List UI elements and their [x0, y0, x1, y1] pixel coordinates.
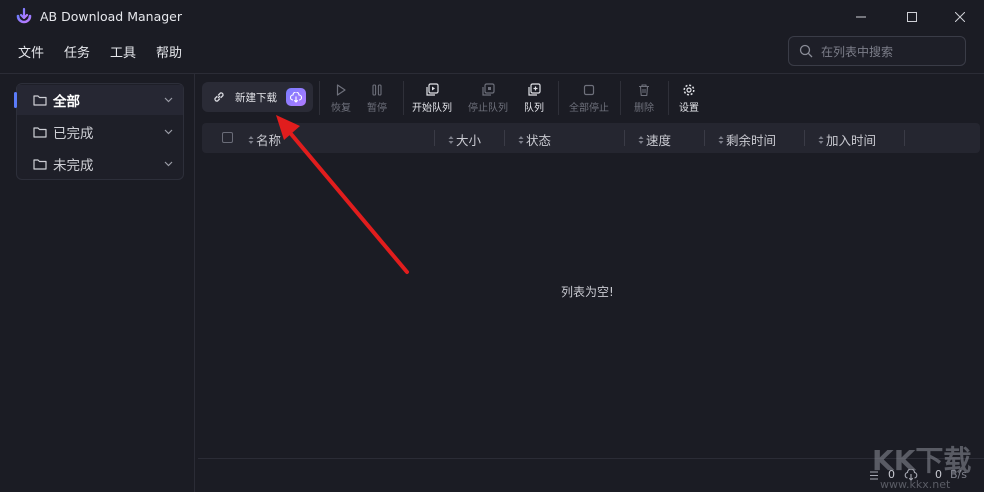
column-header-status[interactable]: 状态 — [518, 130, 551, 149]
start-queue-icon — [426, 83, 439, 96]
start-queue-label: 开始队列 — [412, 103, 452, 114]
chevron-down-icon[interactable] — [164, 159, 173, 168]
toolbar-separator — [558, 81, 559, 115]
search-box[interactable] — [788, 36, 966, 66]
chevron-down-icon[interactable] — [164, 127, 173, 136]
folder-icon — [33, 127, 47, 138]
minimize-icon — [856, 16, 866, 18]
queue-button[interactable]: 队列 — [509, 80, 559, 118]
active-indicator — [14, 92, 17, 108]
play-icon — [336, 84, 346, 96]
header-divider — [0, 73, 984, 74]
search-icon — [799, 44, 813, 58]
folder-icon — [33, 95, 47, 106]
settings-button[interactable]: 设置 — [664, 80, 714, 118]
gear-icon — [683, 84, 695, 96]
close-button[interactable] — [937, 4, 983, 30]
menu-tools[interactable]: 工具 — [106, 42, 140, 64]
pause-icon — [372, 84, 382, 96]
maximize-icon — [907, 12, 917, 22]
delete-button[interactable]: 删除 — [619, 80, 669, 118]
folder-icon — [33, 159, 47, 170]
app-logo-icon — [16, 7, 32, 24]
queue-icon — [528, 83, 541, 96]
category-sidebar: 全部 已完成 未完成 — [14, 83, 184, 180]
menu-bar: 文件 任务 工具 帮助 — [14, 42, 186, 64]
column-header-label: 速度 — [646, 133, 672, 148]
title-bar: AB Download Manager — [0, 0, 984, 34]
new-download-button[interactable]: 新建下载 — [202, 82, 313, 112]
sort-icon — [448, 135, 454, 144]
sidebar-item-label: 已完成 — [53, 126, 94, 142]
settings-label: 设置 — [679, 103, 699, 114]
column-header-speed[interactable]: 速度 — [638, 130, 671, 149]
chevron-down-icon[interactable] — [164, 95, 173, 104]
column-separator[interactable] — [504, 130, 505, 146]
new-download-label: 新建下载 — [235, 92, 277, 104]
sidebar-item-unfinished[interactable]: 未完成 — [17, 149, 183, 179]
stop-queue-icon — [482, 83, 495, 96]
column-header-label: 加入时间 — [826, 133, 877, 148]
column-separator[interactable] — [904, 130, 905, 146]
link-icon — [214, 92, 224, 102]
cloud-download-icon — [290, 91, 302, 103]
annotation-arrow — [276, 115, 409, 274]
menu-tasks[interactable]: 任务 — [60, 42, 94, 64]
stop-all-button[interactable]: 全部停止 — [564, 80, 614, 118]
column-header-label: 剩余时间 — [726, 133, 777, 148]
column-separator[interactable] — [434, 130, 435, 146]
stop-queue-label: 停止队列 — [468, 103, 508, 114]
menu-file[interactable]: 文件 — [14, 42, 48, 64]
sort-icon — [818, 135, 824, 144]
column-separator[interactable] — [704, 130, 705, 146]
menu-help[interactable]: 帮助 — [152, 42, 186, 64]
empty-list-message: 列表为空! — [561, 285, 614, 299]
delete-label: 删除 — [634, 103, 654, 114]
watermark-url: www.kkx.net — [880, 478, 951, 491]
stop-icon — [583, 84, 595, 96]
search-input[interactable] — [819, 42, 963, 62]
column-header-label: 大小 — [456, 133, 482, 148]
sidebar-item-completed[interactable]: 已完成 — [17, 117, 183, 147]
trash-icon — [639, 84, 649, 97]
sidebar-divider — [194, 74, 195, 492]
watermark-logo-text: KK下载 — [872, 444, 971, 477]
column-header-remaining[interactable]: 剩余时间 — [718, 130, 776, 149]
minimize-button[interactable] — [838, 4, 884, 30]
maximize-button[interactable] — [889, 4, 935, 30]
column-separator[interactable] — [624, 130, 625, 146]
sidebar-item-all[interactable]: 全部 — [14, 85, 183, 115]
kkx-watermark: KK下载 www.kkx.net — [872, 444, 971, 491]
stop-all-label: 全部停止 — [569, 103, 609, 114]
sort-icon — [518, 135, 524, 144]
sort-icon — [248, 135, 254, 144]
sidebar-item-label: 未完成 — [53, 158, 94, 174]
app-title: AB Download Manager — [40, 9, 182, 24]
close-icon — [955, 12, 965, 22]
sort-icon — [718, 135, 724, 144]
sidebar-item-label: 全部 — [53, 94, 80, 110]
column-header-size[interactable]: 大小 — [448, 130, 481, 149]
column-header-added[interactable]: 加入时间 — [818, 130, 876, 149]
cloud-download-button[interactable] — [286, 88, 306, 106]
select-all-checkbox[interactable] — [222, 132, 233, 143]
column-separator[interactable] — [804, 130, 805, 146]
column-header-label: 状态 — [526, 133, 552, 148]
queue-label: 队列 — [524, 103, 544, 114]
sort-icon — [638, 135, 644, 144]
stop-queue-button[interactable]: 停止队列 — [463, 80, 513, 118]
